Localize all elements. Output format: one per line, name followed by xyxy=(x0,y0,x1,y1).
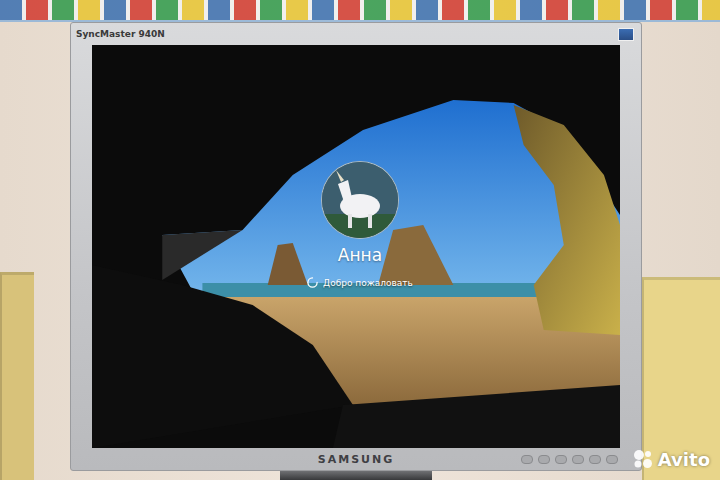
monitor-button[interactable] xyxy=(606,455,618,464)
monitor-button[interactable] xyxy=(521,455,533,464)
monitor-button[interactable] xyxy=(555,455,567,464)
monitor-stand xyxy=(280,471,432,480)
flag-strip xyxy=(0,0,720,22)
spinner-icon xyxy=(307,277,318,288)
left-side xyxy=(0,22,70,480)
left-box xyxy=(0,272,34,480)
monitor-button[interactable] xyxy=(589,455,601,464)
user-name: Анна xyxy=(338,245,382,265)
right-side xyxy=(642,22,720,480)
photo: SyncMaster 940N Анна Добро пожаловать SAMSU… xyxy=(0,0,720,480)
monitor-bezel: SyncMaster 940N Анна Добро пожаловать SAMSU… xyxy=(70,22,642,471)
watermark-text: Avito xyxy=(658,449,710,470)
model-label: SyncMaster 940N xyxy=(76,29,165,39)
watermark: Avito xyxy=(632,448,710,470)
monitor: SyncMaster 940N Анна Добро пожаловать SAMSU… xyxy=(70,22,642,480)
user-avatar[interactable] xyxy=(321,161,399,239)
screen: Анна Добро пожаловать xyxy=(92,45,620,448)
unicorn-icon xyxy=(322,162,398,238)
monitor-button[interactable] xyxy=(538,455,550,464)
monitor-button[interactable] xyxy=(572,455,584,464)
sticker xyxy=(618,28,634,41)
status-text: Добро пожаловать xyxy=(323,278,413,288)
avito-dots-icon xyxy=(632,448,654,470)
brand-logo: SAMSUNG xyxy=(318,453,394,466)
monitor-buttons xyxy=(394,455,620,464)
